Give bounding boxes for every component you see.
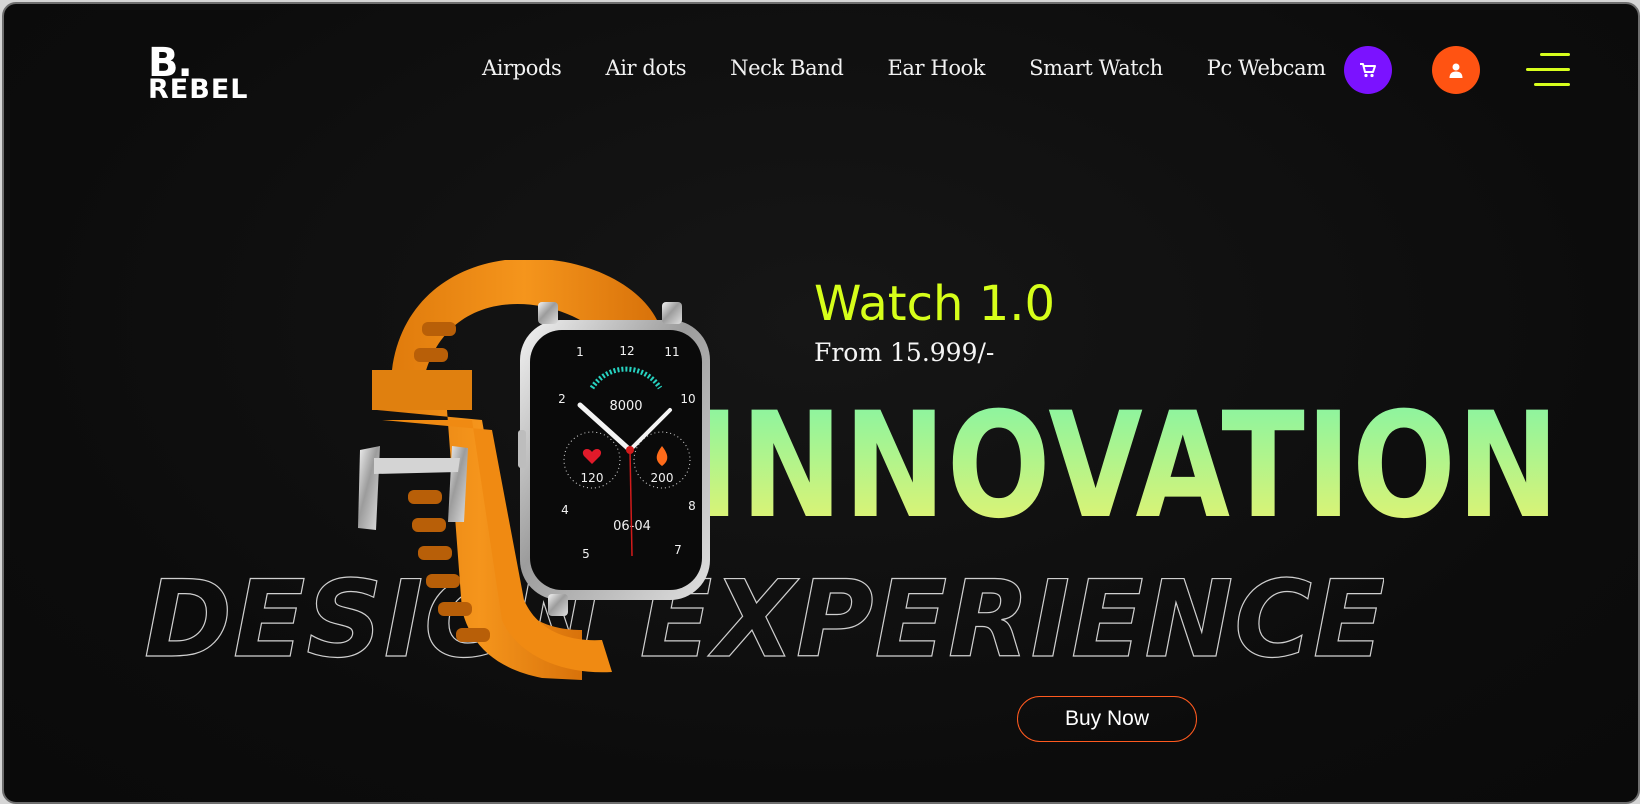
watch-numeral: 7 — [674, 543, 682, 557]
brand-logo[interactable]: B. REBEL — [148, 40, 278, 105]
menu-button[interactable] — [1522, 53, 1570, 87]
nav-item-smart-watch[interactable]: Smart Watch — [1029, 56, 1163, 80]
smartwatch-image: 12 1 2 4 5 7 8 10 11 8000 120 200 06-04 — [358, 260, 710, 680]
watch-numeral: 4 — [561, 503, 569, 517]
headline: INNOVATION — [694, 382, 1560, 532]
nav-item-pc-webcam[interactable]: Pc Webcam — [1207, 56, 1326, 80]
steps-readout: 8000 — [609, 399, 642, 414]
watch-numeral: 8 — [688, 499, 696, 513]
hamburger-line — [1526, 68, 1570, 71]
hamburger-line — [1534, 83, 1570, 86]
page-frame: B. REBEL Airpods Air dots Neck Band Ear … — [2, 2, 1640, 804]
hamburger-icon — [1540, 53, 1570, 56]
product-title: Watch 1.0 — [814, 276, 1056, 332]
heart-rate-readout: 120 — [581, 471, 604, 485]
user-account-button[interactable] — [1432, 46, 1480, 94]
logo-wordmark: REBEL — [148, 74, 249, 105]
nav-item-neck-band[interactable]: Neck Band — [730, 56, 844, 80]
buy-now-button[interactable]: Buy Now — [1017, 696, 1197, 742]
watch-numeral: 11 — [664, 345, 679, 359]
main-nav: Airpods Air dots Neck Band Ear Hook Smar… — [482, 56, 1370, 80]
nav-item-ear-hook[interactable]: Ear Hook — [887, 56, 985, 80]
watch-numeral: 10 — [680, 392, 695, 406]
calories-readout: 200 — [651, 471, 674, 485]
outline-headline-text: DESIGN EXPERIENCE — [144, 560, 1384, 670]
watch-numeral: 12 — [619, 344, 634, 358]
watch-numeral: 2 — [558, 392, 566, 406]
cart-button[interactable] — [1344, 46, 1392, 94]
nav-item-air-dots[interactable]: Air dots — [605, 56, 686, 80]
cart-icon — [1360, 63, 1376, 78]
headline-text: INNOVATION — [694, 382, 1560, 532]
user-icon — [1449, 63, 1463, 78]
nav-item-airpods[interactable]: Airpods — [482, 56, 562, 80]
outline-headline: DESIGN EXPERIENCE — [144, 560, 1384, 670]
product-price: From 15.999/- — [814, 338, 995, 367]
watch-numeral: 5 — [582, 547, 590, 561]
watch-numeral: 1 — [576, 345, 584, 359]
